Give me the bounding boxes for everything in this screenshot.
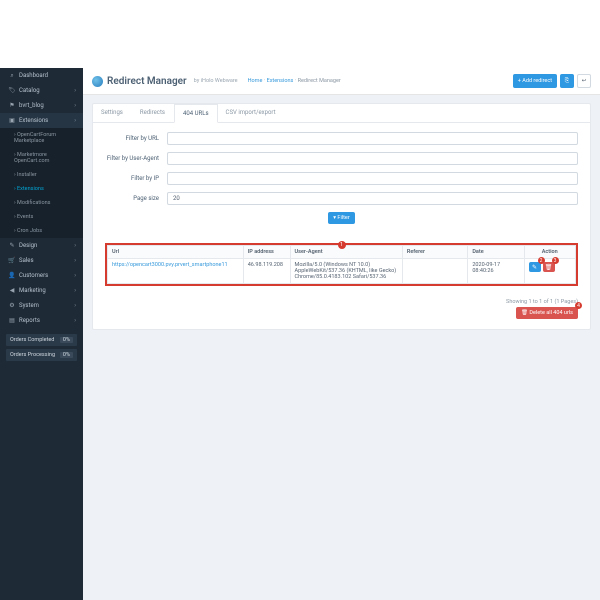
results-table: UrlIP addressUser-AgentRefererDateAction… (107, 245, 576, 284)
col-header: User-Agent (290, 246, 402, 259)
app-logo-icon (92, 76, 103, 87)
tab-settings[interactable]: Settings (93, 104, 132, 122)
chevron-right-icon: › (74, 242, 76, 249)
row-date: 2020-09-17 08:40:26 (468, 259, 524, 284)
panel: SettingsRedirects404 URLsCSV import/expo… (92, 103, 591, 330)
chevron-right-icon: › (74, 102, 76, 109)
nav-icon: 🛒 (9, 258, 15, 264)
sidebar-item-design[interactable]: ✎ Design › (0, 238, 83, 253)
nav-icon: ◀ (9, 288, 15, 294)
filter-ua-label: Filter by User-Agent (105, 155, 167, 162)
results-table-wrap: 1 UrlIP addressUser-AgentRefererDateActi… (105, 243, 578, 286)
nav-label: Catalog (19, 87, 40, 94)
main: Redirect Manager by iHolo Webware Home ·… (83, 68, 600, 600)
nav-icon: ▣ (9, 118, 15, 124)
filter-ip-label: Filter by IP (105, 175, 167, 182)
page-title: Redirect Manager (107, 76, 187, 87)
nav-icon: 👤 (9, 273, 15, 279)
col-header: Url (108, 246, 244, 259)
sidebar-subitem[interactable]: › Cron Jobs (0, 224, 83, 238)
nav-label: Design (19, 242, 37, 249)
chevron-right-icon: › (74, 87, 76, 94)
annotation-marker-1: 1 (338, 241, 346, 249)
edit-row-button[interactable]: ✎2 (529, 262, 541, 272)
copy-button[interactable]: ⎘ (560, 74, 574, 88)
add-redirect-button[interactable]: + Add redirect (513, 74, 557, 88)
tab-csv-import-export[interactable]: CSV import/export (218, 104, 285, 122)
chevron-right-icon: › (74, 302, 76, 309)
tabs: SettingsRedirects404 URLsCSV import/expo… (93, 104, 590, 123)
sidebar-subitem[interactable]: › Events (0, 210, 83, 224)
filter-url-input[interactable] (167, 132, 578, 145)
row-ip: 46.98.119.208 (243, 259, 290, 284)
page-header: Redirect Manager by iHolo Webware Home ·… (83, 68, 600, 95)
sidebar-item-reports[interactable]: ▤ Reports › (0, 313, 83, 328)
page-subtitle: by iHolo Webware (194, 78, 238, 84)
breadcrumb-home[interactable]: Home (248, 78, 263, 84)
nav-label: Sales (19, 257, 34, 264)
sidebar-item-system[interactable]: ⚙ System › (0, 298, 83, 313)
breadcrumb: Home · Extensions · Redirect Manager (248, 78, 341, 84)
col-header: Referer (402, 246, 468, 259)
nav-label: Extensions (19, 117, 48, 124)
filters: Filter by URL Filter by User-Agent Filte… (93, 123, 590, 243)
stat-row: Orders Processing0% (6, 349, 77, 361)
tab-redirects[interactable]: Redirects (132, 104, 174, 122)
annotation-marker-3: 3 (552, 257, 559, 264)
chevron-right-icon: › (74, 117, 76, 124)
chevron-right-icon: › (74, 272, 76, 279)
nav-label: Reports (19, 317, 40, 324)
sidebar-subitem[interactable]: › Extensions (0, 182, 83, 196)
table-row: https://opencart3000.pvy.prvert_smartpho… (108, 259, 576, 284)
col-header: IP address (243, 246, 290, 259)
back-button[interactable]: ↩ (577, 74, 591, 88)
breadcrumb-current: Redirect Manager (298, 78, 341, 84)
col-header: Action (524, 246, 576, 259)
filter-button[interactable]: ▾ Filter (328, 212, 354, 224)
sidebar-item-sales[interactable]: 🛒 Sales › (0, 253, 83, 268)
filter-url-label: Filter by URL (105, 135, 167, 142)
chevron-right-icon: › (74, 317, 76, 324)
page-size-input[interactable] (167, 192, 578, 205)
chevron-right-icon: › (74, 257, 76, 264)
nav-icon: ⚙ (9, 303, 15, 309)
row-ua: Mozilla/5.0 (Windows NT 10.0) AppleWebKi… (290, 259, 402, 284)
sidebar-item-bvrt_blog[interactable]: ⚑ bvrt_blog › (0, 98, 83, 113)
nav-label: bvrt_blog (19, 102, 44, 109)
filter-ua-input[interactable] (167, 152, 578, 165)
delete-row-button[interactable]: 🗑3 (543, 262, 555, 272)
nav-icon: ⌕ (9, 73, 15, 79)
row-referer (402, 259, 468, 284)
sidebar-subitem[interactable]: › Modifications (0, 196, 83, 210)
nav-icon: 🏷 (9, 88, 15, 94)
annotation-marker-4: 4 (575, 302, 582, 309)
col-header: Date (468, 246, 524, 259)
sidebar: ⌕ Dashboard 🏷 Catalog › ⚑ bvrt_blog › ▣ Extension… (0, 68, 83, 600)
nav-icon: ▤ (9, 318, 15, 324)
sidebar-subitem[interactable]: › OpenCartForum Marketplace (0, 128, 83, 148)
sidebar-item-catalog[interactable]: 🏷 Catalog › (0, 83, 83, 98)
delete-all-button[interactable]: 🗑 Delete all 404 urls 4 (516, 307, 578, 319)
row-url-link[interactable]: https://opencart3000.pvy.prvert_smartpho… (112, 262, 228, 268)
stat-row: Orders Completed0% (6, 334, 77, 346)
pagination-summary: Showing 1 to 1 of 1 (1 Pages) (506, 299, 578, 305)
nav-label: System (19, 302, 39, 309)
sidebar-item-customers[interactable]: 👤 Customers › (0, 268, 83, 283)
tab-404-urls[interactable]: 404 URLs (174, 104, 218, 123)
sidebar-subitem[interactable]: › Installer (0, 168, 83, 182)
page-size-label: Page size (105, 195, 167, 202)
sidebar-item-dashboard[interactable]: ⌕ Dashboard (0, 68, 83, 83)
sidebar-item-marketing[interactable]: ◀ Marketing › (0, 283, 83, 298)
chevron-right-icon: › (74, 287, 76, 294)
nav-icon: ⚑ (9, 103, 15, 109)
nav-icon: ✎ (9, 243, 15, 249)
sidebar-item-extensions[interactable]: ▣ Extensions › (0, 113, 83, 128)
sidebar-subitem[interactable]: › Marketmore OpenCart.com (0, 148, 83, 168)
breadcrumb-extensions[interactable]: Extensions (267, 78, 294, 84)
nav-label: Marketing (19, 287, 46, 294)
nav-label: Customers (19, 272, 48, 279)
filter-ip-input[interactable] (167, 172, 578, 185)
nav-label: Dashboard (19, 72, 48, 79)
